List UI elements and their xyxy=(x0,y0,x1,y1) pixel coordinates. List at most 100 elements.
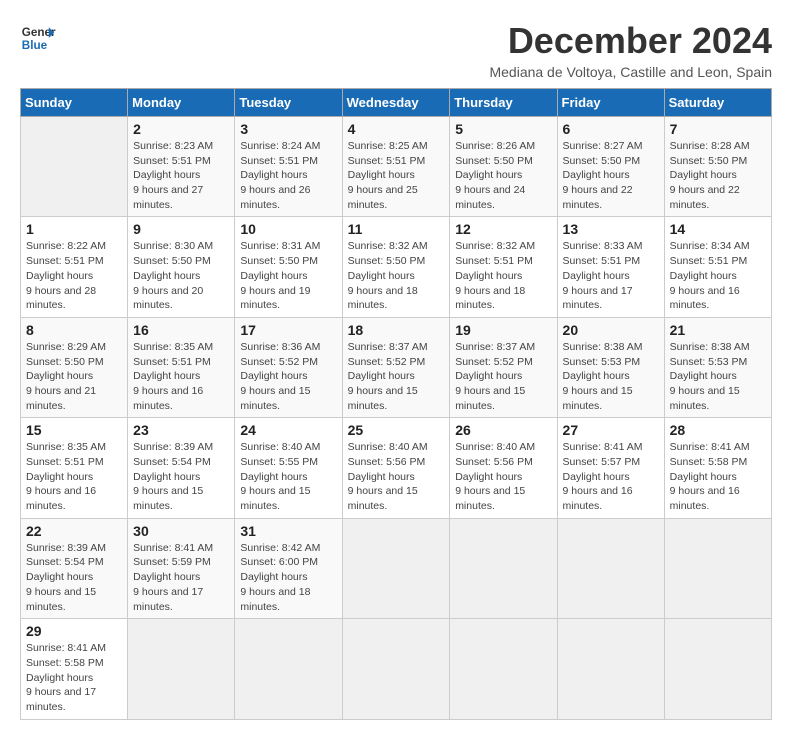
day-info: Sunrise: 8:41 AM Sunset: 5:57 PM Dayligh… xyxy=(563,441,643,512)
day-info: Sunrise: 8:41 AM Sunset: 5:58 PM Dayligh… xyxy=(26,642,106,713)
day-cell-23: 23 Sunrise: 8:39 AM Sunset: 5:54 PM Dayl… xyxy=(128,418,235,518)
day-number: 19 xyxy=(455,322,551,338)
day-number: 28 xyxy=(670,422,766,438)
day-cell-5: 5 Sunrise: 8:26 AM Sunset: 5:50 PM Dayli… xyxy=(450,117,557,217)
week-row-5: 22 Sunrise: 8:39 AM Sunset: 5:54 PM Dayl… xyxy=(21,518,772,618)
day-number: 26 xyxy=(455,422,551,438)
day-info: Sunrise: 8:26 AM Sunset: 5:50 PM Dayligh… xyxy=(455,140,535,211)
day-number: 5 xyxy=(455,121,551,137)
day-cell-15: 15 Sunrise: 8:35 AM Sunset: 5:51 PM Dayl… xyxy=(21,418,128,518)
day-info: Sunrise: 8:35 AM Sunset: 5:51 PM Dayligh… xyxy=(26,441,106,512)
day-cell-4: 4 Sunrise: 8:25 AM Sunset: 5:51 PM Dayli… xyxy=(342,117,450,217)
day-info: Sunrise: 8:22 AM Sunset: 5:51 PM Dayligh… xyxy=(26,240,106,311)
week-row-3: 8 Sunrise: 8:29 AM Sunset: 5:50 PM Dayli… xyxy=(21,317,772,417)
empty-cell xyxy=(235,619,342,719)
logo: General Blue xyxy=(20,20,56,56)
day-cell-12: 12 Sunrise: 8:32 AM Sunset: 5:51 PM Dayl… xyxy=(450,217,557,317)
day-number: 7 xyxy=(670,121,766,137)
day-number: 4 xyxy=(348,121,445,137)
day-number: 24 xyxy=(240,422,336,438)
day-info: Sunrise: 8:30 AM Sunset: 5:50 PM Dayligh… xyxy=(133,240,213,311)
day-info: Sunrise: 8:31 AM Sunset: 5:50 PM Dayligh… xyxy=(240,240,320,311)
day-cell-25: 25 Sunrise: 8:40 AM Sunset: 5:56 PM Dayl… xyxy=(342,418,450,518)
empty-cell xyxy=(557,619,664,719)
day-cell-8: 8 Sunrise: 8:29 AM Sunset: 5:50 PM Dayli… xyxy=(21,317,128,417)
day-cell-14: 14 Sunrise: 8:34 AM Sunset: 5:51 PM Dayl… xyxy=(664,217,771,317)
svg-text:Blue: Blue xyxy=(22,39,48,52)
day-cell-22: 22 Sunrise: 8:39 AM Sunset: 5:54 PM Dayl… xyxy=(21,518,128,618)
day-cell-3: 3 Sunrise: 8:24 AM Sunset: 5:51 PM Dayli… xyxy=(235,117,342,217)
day-number: 29 xyxy=(26,623,122,639)
header-tuesday: Tuesday xyxy=(235,89,342,117)
week-row-4: 15 Sunrise: 8:35 AM Sunset: 5:51 PM Dayl… xyxy=(21,418,772,518)
day-info: Sunrise: 8:33 AM Sunset: 5:51 PM Dayligh… xyxy=(563,240,643,311)
day-info: Sunrise: 8:35 AM Sunset: 5:51 PM Dayligh… xyxy=(133,341,213,412)
day-info: Sunrise: 8:32 AM Sunset: 5:50 PM Dayligh… xyxy=(348,240,428,311)
day-cell-24: 24 Sunrise: 8:40 AM Sunset: 5:55 PM Dayl… xyxy=(235,418,342,518)
empty-cell xyxy=(664,619,771,719)
day-cell-17: 17 Sunrise: 8:36 AM Sunset: 5:52 PM Dayl… xyxy=(235,317,342,417)
header-sunday: Sunday xyxy=(21,89,128,117)
day-info: Sunrise: 8:24 AM Sunset: 5:51 PM Dayligh… xyxy=(240,140,320,211)
day-cell-29: 29 Sunrise: 8:41 AM Sunset: 5:58 PM Dayl… xyxy=(21,619,128,719)
day-number: 10 xyxy=(240,221,336,237)
day-number: 13 xyxy=(563,221,659,237)
day-number: 12 xyxy=(455,221,551,237)
day-info: Sunrise: 8:29 AM Sunset: 5:50 PM Dayligh… xyxy=(26,341,106,412)
day-info: Sunrise: 8:37 AM Sunset: 5:52 PM Dayligh… xyxy=(348,341,428,412)
day-info: Sunrise: 8:23 AM Sunset: 5:51 PM Dayligh… xyxy=(133,140,213,211)
day-cell-16: 16 Sunrise: 8:35 AM Sunset: 5:51 PM Dayl… xyxy=(128,317,235,417)
month-title: December 2024 xyxy=(489,20,772,62)
header-thursday: Thursday xyxy=(450,89,557,117)
day-cell-21: 21 Sunrise: 8:38 AM Sunset: 5:53 PM Dayl… xyxy=(664,317,771,417)
day-info: Sunrise: 8:41 AM Sunset: 5:58 PM Dayligh… xyxy=(670,441,750,512)
day-info: Sunrise: 8:37 AM Sunset: 5:52 PM Dayligh… xyxy=(455,341,535,412)
day-info: Sunrise: 8:40 AM Sunset: 5:56 PM Dayligh… xyxy=(455,441,535,512)
empty-cell xyxy=(664,518,771,618)
day-number: 16 xyxy=(133,322,229,338)
day-number: 21 xyxy=(670,322,766,338)
day-info: Sunrise: 8:40 AM Sunset: 5:55 PM Dayligh… xyxy=(240,441,320,512)
week-row-6: 29 Sunrise: 8:41 AM Sunset: 5:58 PM Dayl… xyxy=(21,619,772,719)
empty-cell xyxy=(128,619,235,719)
day-cell-7: 7 Sunrise: 8:28 AM Sunset: 5:50 PM Dayli… xyxy=(664,117,771,217)
week-row-2: 1 Sunrise: 8:22 AM Sunset: 5:51 PM Dayli… xyxy=(21,217,772,317)
calendar-table: Sunday Monday Tuesday Wednesday Thursday… xyxy=(20,88,772,720)
day-number: 31 xyxy=(240,523,336,539)
day-number: 30 xyxy=(133,523,229,539)
day-number: 20 xyxy=(563,322,659,338)
day-info: Sunrise: 8:42 AM Sunset: 6:00 PM Dayligh… xyxy=(240,542,320,613)
day-number: 14 xyxy=(670,221,766,237)
day-info: Sunrise: 8:36 AM Sunset: 5:52 PM Dayligh… xyxy=(240,341,320,412)
day-info: Sunrise: 8:39 AM Sunset: 5:54 PM Dayligh… xyxy=(26,542,106,613)
day-number: 1 xyxy=(26,221,122,237)
week-row-1: 2 Sunrise: 8:23 AM Sunset: 5:51 PM Dayli… xyxy=(21,117,772,217)
header-wednesday: Wednesday xyxy=(342,89,450,117)
day-info: Sunrise: 8:27 AM Sunset: 5:50 PM Dayligh… xyxy=(563,140,643,211)
empty-cell xyxy=(450,619,557,719)
subtitle: Mediana de Voltoya, Castille and Leon, S… xyxy=(489,64,772,80)
day-info: Sunrise: 8:38 AM Sunset: 5:53 PM Dayligh… xyxy=(670,341,750,412)
empty-cell xyxy=(342,619,450,719)
day-cell-26: 26 Sunrise: 8:40 AM Sunset: 5:56 PM Dayl… xyxy=(450,418,557,518)
day-number: 25 xyxy=(348,422,445,438)
day-info: Sunrise: 8:39 AM Sunset: 5:54 PM Dayligh… xyxy=(133,441,213,512)
day-number: 6 xyxy=(563,121,659,137)
header-friday: Friday xyxy=(557,89,664,117)
day-number: 11 xyxy=(348,221,445,237)
day-number: 3 xyxy=(240,121,336,137)
day-cell-13: 13 Sunrise: 8:33 AM Sunset: 5:51 PM Dayl… xyxy=(557,217,664,317)
logo-icon: General Blue xyxy=(20,20,56,56)
day-info: Sunrise: 8:40 AM Sunset: 5:56 PM Dayligh… xyxy=(348,441,428,512)
day-info: Sunrise: 8:38 AM Sunset: 5:53 PM Dayligh… xyxy=(563,341,643,412)
day-number: 18 xyxy=(348,322,445,338)
day-number: 27 xyxy=(563,422,659,438)
header-monday: Monday xyxy=(128,89,235,117)
day-number: 23 xyxy=(133,422,229,438)
day-number: 2 xyxy=(133,121,229,137)
day-info: Sunrise: 8:25 AM Sunset: 5:51 PM Dayligh… xyxy=(348,140,428,211)
day-cell-10: 10 Sunrise: 8:31 AM Sunset: 5:50 PM Dayl… xyxy=(235,217,342,317)
day-cell-11: 11 Sunrise: 8:32 AM Sunset: 5:50 PM Dayl… xyxy=(342,217,450,317)
day-cell-19: 19 Sunrise: 8:37 AM Sunset: 5:52 PM Dayl… xyxy=(450,317,557,417)
empty-cell xyxy=(557,518,664,618)
